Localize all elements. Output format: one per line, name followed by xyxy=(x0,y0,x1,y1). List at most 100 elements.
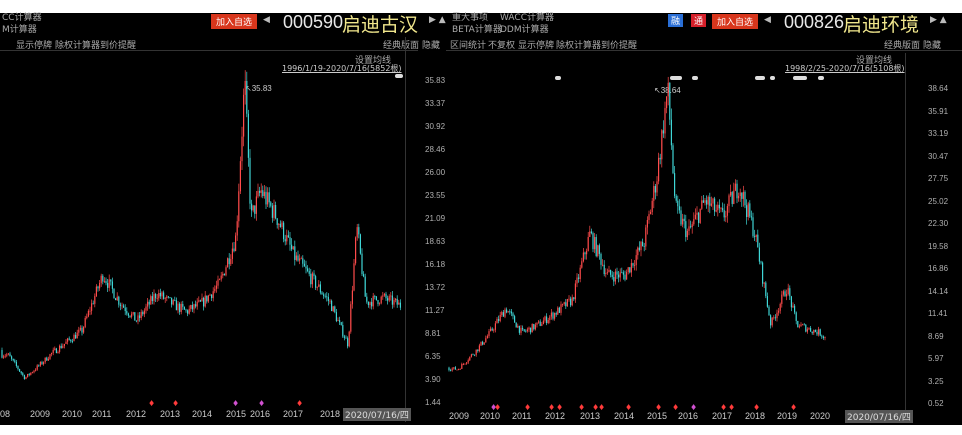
candle-body[interactable] xyxy=(501,312,503,315)
candle-body[interactable] xyxy=(685,221,687,238)
candle-body[interactable] xyxy=(618,274,620,278)
candle-body[interactable] xyxy=(73,334,75,342)
candle-body[interactable] xyxy=(267,192,269,205)
candle-body[interactable] xyxy=(388,296,390,301)
candle-body[interactable] xyxy=(361,253,363,275)
candle-body[interactable] xyxy=(84,318,86,327)
candle-body[interactable] xyxy=(506,309,508,313)
candle-body[interactable] xyxy=(356,227,358,238)
candle-body[interactable] xyxy=(611,274,613,278)
candle-body[interactable] xyxy=(255,196,257,214)
candle-body[interactable] xyxy=(231,248,233,259)
candle-body[interactable] xyxy=(461,364,463,369)
candle-body[interactable] xyxy=(139,315,141,318)
candle-body[interactable] xyxy=(562,303,564,305)
candle-body[interactable] xyxy=(544,316,546,321)
candle-body[interactable] xyxy=(534,324,536,330)
candle-body[interactable] xyxy=(183,306,185,310)
candle-body[interactable] xyxy=(816,331,818,335)
candle-body[interactable] xyxy=(789,288,791,297)
candle-body[interactable] xyxy=(547,320,549,323)
candle-body[interactable] xyxy=(271,205,273,218)
candle-body[interactable] xyxy=(667,82,669,97)
candle-body[interactable] xyxy=(47,358,49,361)
candle-body[interactable] xyxy=(734,183,736,191)
candle-body[interactable] xyxy=(814,330,816,332)
candle-body[interactable] xyxy=(538,321,540,323)
candle-body[interactable] xyxy=(726,206,728,216)
candle-body[interactable] xyxy=(199,300,201,302)
candle-body[interactable] xyxy=(75,334,77,339)
candle-body[interactable] xyxy=(654,186,656,193)
candle-body[interactable] xyxy=(214,288,216,292)
candle-body[interactable] xyxy=(466,362,468,364)
candle-body[interactable] xyxy=(347,338,349,347)
candlestick-charts[interactable]: ♦ ♦ ♦ ♦ ♦ ♦♦ ♦ ♦ ♦ ♦ ♦♦ ♦ ♦ ♦ ♦ ♦ ♦ ♦ ♦ xyxy=(0,13,962,425)
candle-body[interactable] xyxy=(590,231,592,234)
candle-body[interactable] xyxy=(707,196,709,205)
candle-body[interactable] xyxy=(163,292,165,299)
candle-body[interactable] xyxy=(1,350,3,358)
candle-body[interactable] xyxy=(741,192,743,199)
candle-body[interactable] xyxy=(198,300,200,302)
candle-body[interactable] xyxy=(70,339,72,342)
candle-body[interactable] xyxy=(310,273,312,285)
candle-body[interactable] xyxy=(750,216,752,218)
candle-body[interactable] xyxy=(781,294,783,304)
candle-body[interactable] xyxy=(324,295,326,297)
candle-body[interactable] xyxy=(382,295,384,297)
candle-body[interactable] xyxy=(674,173,676,196)
candle-body[interactable] xyxy=(65,341,67,344)
candle-body[interactable] xyxy=(367,301,369,306)
candle-body[interactable] xyxy=(606,272,608,274)
candle-body[interactable] xyxy=(610,269,612,275)
candle-body[interactable] xyxy=(640,241,642,251)
candle-body[interactable] xyxy=(582,252,584,262)
candle-body[interactable] xyxy=(12,358,14,361)
candle-body[interactable] xyxy=(115,298,117,301)
candle-body[interactable] xyxy=(71,341,73,342)
candle-body[interactable] xyxy=(191,304,193,310)
candle-body[interactable] xyxy=(78,329,80,333)
candle-body[interactable] xyxy=(813,330,815,334)
candle-body[interactable] xyxy=(38,365,40,367)
candle-body[interactable] xyxy=(331,300,333,312)
candle-body[interactable] xyxy=(35,369,37,371)
candle-body[interactable] xyxy=(195,304,197,307)
candle-body[interactable] xyxy=(651,200,653,212)
candle-body[interactable] xyxy=(207,295,209,302)
candle-body[interactable] xyxy=(774,317,776,319)
candle-body[interactable] xyxy=(786,294,788,297)
candle-body[interactable] xyxy=(530,327,532,333)
candle-body[interactable] xyxy=(480,341,482,346)
candle-body[interactable] xyxy=(811,331,813,334)
candle-body[interactable] xyxy=(220,275,222,280)
candle-body[interactable] xyxy=(752,217,754,237)
candle-body[interactable] xyxy=(105,281,107,284)
candle-body[interactable] xyxy=(739,192,741,196)
candle-body[interactable] xyxy=(302,258,304,264)
candle-body[interactable] xyxy=(68,338,70,340)
candle-body[interactable] xyxy=(757,234,759,248)
candle-body[interactable] xyxy=(472,354,474,356)
candle-body[interactable] xyxy=(201,297,203,302)
candle-body[interactable] xyxy=(273,204,275,218)
candle-body[interactable] xyxy=(659,157,661,160)
candle-body[interactable] xyxy=(57,351,59,354)
candle-body[interactable] xyxy=(124,307,126,312)
candle-body[interactable] xyxy=(723,210,725,218)
candle-body[interactable] xyxy=(311,273,313,285)
candle-body[interactable] xyxy=(100,275,102,283)
candle-body[interactable] xyxy=(212,291,214,299)
candle-body[interactable] xyxy=(339,320,341,323)
candle-body[interactable] xyxy=(459,368,461,370)
candle-body[interactable] xyxy=(94,296,96,304)
candle-body[interactable] xyxy=(749,203,751,217)
candle-body[interactable] xyxy=(658,157,660,182)
candle-body[interactable] xyxy=(493,329,495,331)
candle-body[interactable] xyxy=(318,284,320,287)
candle-body[interactable] xyxy=(185,309,187,311)
candle-body[interactable] xyxy=(510,311,512,314)
candle-body[interactable] xyxy=(488,331,490,337)
candle-body[interactable] xyxy=(137,315,139,322)
